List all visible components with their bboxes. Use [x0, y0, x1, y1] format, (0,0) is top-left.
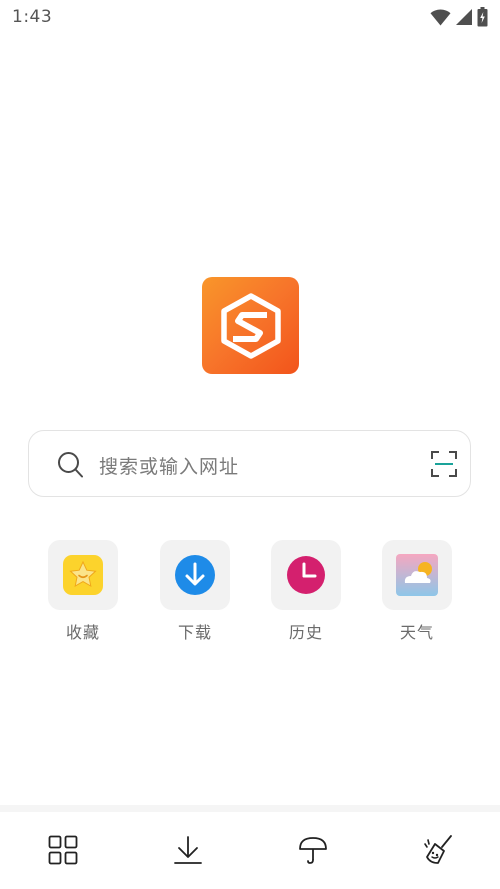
- shortcut-tile[interactable]: [271, 540, 341, 610]
- clean-button[interactable]: [418, 830, 458, 870]
- status-icons: [430, 6, 488, 28]
- shortcut-weather[interactable]: 天气: [382, 540, 452, 643]
- battery-charging-icon: [477, 7, 488, 27]
- shortcut-label: 历史: [288, 623, 323, 642]
- download-icon: [174, 836, 202, 864]
- scan-icon[interactable]: [431, 451, 457, 481]
- shortcut-history[interactable]: 历史: [271, 540, 341, 643]
- shortcut-tile[interactable]: [48, 540, 118, 610]
- wifi-icon: [430, 9, 451, 26]
- browser-s-logo-icon: [220, 292, 281, 359]
- shortcut-tile[interactable]: [382, 540, 452, 610]
- shortcut-tile[interactable]: [160, 540, 230, 610]
- umbrella-button[interactable]: [293, 830, 333, 870]
- download-arrow-icon: [175, 555, 215, 595]
- shortcut-label: 收藏: [65, 623, 100, 642]
- shortcut-favorites[interactable]: 收藏: [48, 540, 118, 643]
- shortcut-label: 下载: [177, 623, 212, 642]
- history-clock-icon: [287, 556, 325, 594]
- shortcut-downloads[interactable]: 下载: [160, 540, 230, 643]
- umbrella-icon: [299, 837, 327, 864]
- shortcut-label: 天气: [399, 623, 434, 642]
- status-time: 1:43: [12, 7, 53, 27]
- grid-menu-button[interactable]: [43, 830, 83, 870]
- bottom-nav: [0, 812, 500, 889]
- favorites-star-icon: [63, 555, 103, 595]
- search-input[interactable]: 搜索或输入网址: [99, 452, 239, 479]
- broom-clean-icon: [424, 835, 452, 864]
- signal-icon: [455, 8, 473, 26]
- search-bar[interactable]: 搜索或输入网址: [28, 430, 471, 497]
- download-button[interactable]: [168, 830, 208, 870]
- browser-home-screen: 1:43 搜索或输入网址 收藏 下载 历史 天气: [0, 0, 500, 889]
- shortcuts-grid: 收藏 下载 历史 天气: [0, 540, 500, 650]
- status-bar: 1:43: [0, 0, 500, 34]
- weather-cloud-icon: [396, 554, 438, 596]
- search-icon: [57, 451, 83, 482]
- bottom-divider: [0, 805, 500, 812]
- grid-menu-icon: [48, 835, 78, 865]
- browser-logo: [202, 277, 299, 374]
